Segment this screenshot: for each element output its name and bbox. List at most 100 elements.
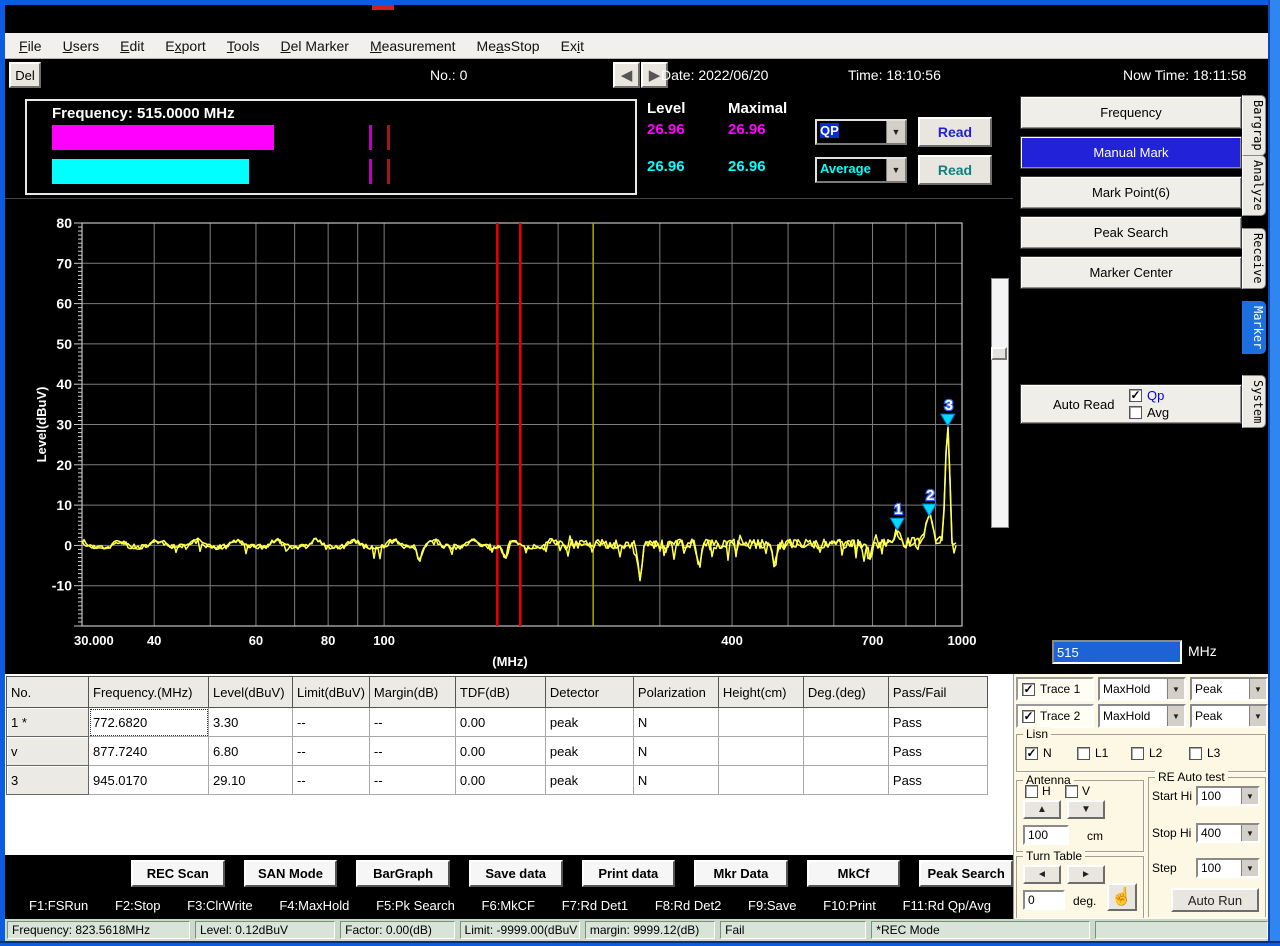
fkey-f2[interactable]: F2:Stop [115,898,161,913]
menu-measurement[interactable]: Measurement [370,38,456,54]
trace-1-toggle[interactable]: ✓Trace 1 [1016,677,1094,701]
table-cell[interactable]: Pass [888,708,987,737]
table-cell[interactable]: -- [293,737,370,766]
table-cell[interactable]: 0.00 [455,766,545,795]
sidebar-button-mark-point-6[interactable]: Mark Point(6) [1020,176,1242,209]
bargraph-button[interactable]: BarGraph [356,860,450,887]
menu-users[interactable]: Users [63,38,100,54]
tab-analyze[interactable]: Analyze [1242,155,1266,216]
avg-checkbox[interactable] [1129,406,1142,419]
marker-table[interactable]: No.Frequency.(MHz)Level(dBuV)Limit(dBuV)… [6,676,988,795]
table-cell[interactable]: Pass [888,737,987,766]
fkey-f1[interactable]: F1:FSRun [29,898,88,913]
table-cell[interactable]: 3.30 [209,708,293,737]
trace-1-detector-select[interactable]: Peak▼ [1190,677,1268,701]
table-row[interactable]: 1 *772.68203.30----0.00peakNPass [7,708,988,737]
save-data-button[interactable]: Save data [469,860,563,887]
trace-2-checkbox[interactable]: ✓ [1022,710,1035,723]
table-cell[interactable]: 772.6820 [89,708,209,737]
read-avg-button[interactable]: Read [918,155,992,185]
del-button[interactable]: Del [9,62,41,88]
table-cell[interactable] [803,708,888,737]
rec-scan-button[interactable]: REC Scan [131,860,225,887]
mkcf-button[interactable]: MkCf [807,860,901,887]
antenna-v-checkbox[interactable] [1065,785,1078,798]
prev-record-button[interactable]: ◀ [613,62,640,88]
antenna-h-checkbox[interactable] [1025,785,1038,798]
trace-2-detector-select[interactable]: Peak▼ [1190,704,1268,728]
trace-2-mode-select[interactable]: MaxHold▼ [1098,704,1186,728]
fkey-f10[interactable]: F10:Print [823,898,876,913]
tab-marker[interactable]: Marker [1242,301,1266,354]
table-row[interactable]: v877.72406.80----0.00peakNPass [7,737,988,766]
chart-vertical-slider[interactable] [991,278,1009,528]
menu-file[interactable]: File [19,38,42,54]
table-cell[interactable]: -- [293,766,370,795]
mkr-data-button[interactable]: Mkr Data [694,860,788,887]
table-cell[interactable]: N [633,766,718,795]
trace-1-checkbox[interactable]: ✓ [1022,683,1035,696]
tab-system[interactable]: System [1242,375,1266,428]
menu-edit[interactable]: Edit [120,38,144,54]
trace-1-mode-select[interactable]: MaxHold▼ [1098,677,1186,701]
dropdown-icon[interactable]: ▼ [1241,860,1258,876]
stop-hi-select[interactable]: 400▼ [1196,823,1260,843]
auto-run-button[interactable]: Auto Run [1171,888,1259,912]
table-cell[interactable]: -- [293,708,370,737]
dropdown-icon[interactable]: ▼ [886,121,905,143]
sidebar-button-manual-mark[interactable]: Manual Mark [1020,136,1242,169]
read-qp-button[interactable]: Read [918,117,992,147]
turn-right-button[interactable]: ► [1067,865,1105,884]
menu-tools[interactable]: Tools [227,38,260,54]
row-header[interactable]: 1 * [7,708,89,737]
detector2-select[interactable]: Average ▼ [815,157,907,183]
print-data-button[interactable]: Print data [582,860,676,887]
table-cell[interactable] [803,766,888,795]
table-cell[interactable]: 0.00 [455,737,545,766]
step-select[interactable]: 100▼ [1196,858,1260,878]
turn-angle-input[interactable] [1023,890,1065,910]
table-cell[interactable]: 0.00 [455,708,545,737]
peak-search-button[interactable]: Peak Search [919,860,1013,887]
hand-click-button[interactable]: ☝ [1107,883,1137,911]
lisn-l3-checkbox[interactable] [1189,747,1202,760]
marker-frequency-input[interactable] [1052,640,1182,664]
lisn-l2-checkbox[interactable] [1131,747,1144,760]
table-cell[interactable] [803,737,888,766]
fkey-f4[interactable]: F4:MaxHold [279,898,349,913]
antenna-up-button[interactable]: ▲ [1023,800,1061,819]
table-cell[interactable]: 877.7240 [89,737,209,766]
fkey-f8[interactable]: F8:Rd Det2 [655,898,721,913]
lisn-n-checkbox[interactable]: ✓ [1025,747,1038,760]
qp-checkbox[interactable]: ✓ [1129,389,1142,402]
fkey-f7[interactable]: F7:Rd Det1 [562,898,628,913]
table-cell[interactable]: N [633,708,718,737]
start-hi-select[interactable]: 100▼ [1196,786,1260,806]
sidebar-button-frequency[interactable]: Frequency [1020,96,1242,129]
detector1-select[interactable]: QP ▼ [815,119,907,145]
fkey-f6[interactable]: F6:MkCF [482,898,535,913]
tab-bargrap[interactable]: Bargrap [1242,95,1266,156]
table-cell[interactable]: peak [545,708,633,737]
fkey-f3[interactable]: F3:ClrWrite [187,898,252,913]
row-header[interactable]: 3 [7,766,89,795]
table-row[interactable]: 3945.017029.10----0.00peakNPass [7,766,988,795]
menu-export[interactable]: Export [165,38,205,54]
antenna-down-button[interactable]: ▼ [1067,800,1105,819]
table-cell[interactable]: -- [369,708,455,737]
table-cell[interactable]: peak [545,766,633,795]
table-cell[interactable]: Pass [888,766,987,795]
table-cell[interactable] [718,708,803,737]
san-mode-button[interactable]: SAN Mode [244,860,338,887]
menu-measstop[interactable]: MeasStop [477,38,540,54]
turn-left-button[interactable]: ◄ [1023,865,1061,884]
lisn-l1-checkbox[interactable] [1077,747,1090,760]
table-cell[interactable]: -- [369,766,455,795]
dropdown-icon[interactable]: ▼ [1241,825,1258,841]
menu-exit[interactable]: Exit [561,38,584,54]
tab-receive[interactable]: Receive [1242,228,1266,289]
table-cell[interactable]: -- [369,737,455,766]
table-cell[interactable]: peak [545,737,633,766]
table-cell[interactable] [718,766,803,795]
fkey-f9[interactable]: F9:Save [748,898,796,913]
